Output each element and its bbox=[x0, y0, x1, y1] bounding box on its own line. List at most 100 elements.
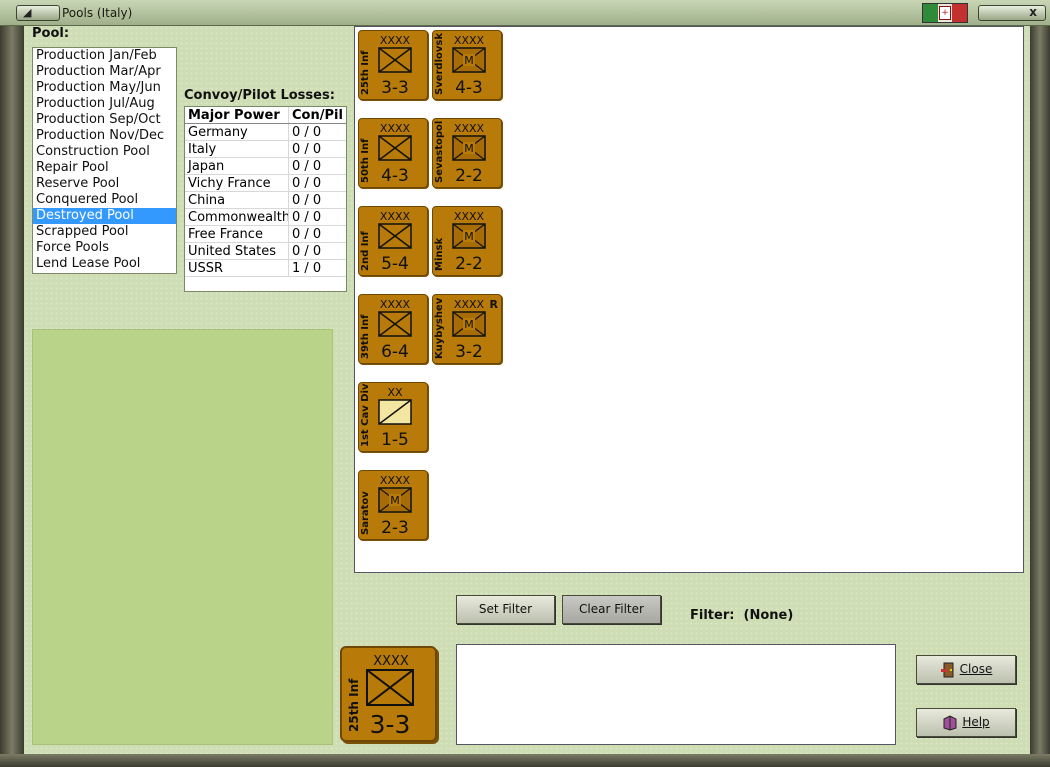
svg-text:M: M bbox=[464, 318, 474, 331]
losses-row[interactable]: Italy 0 / 0 bbox=[185, 141, 346, 158]
frame-bottom bbox=[0, 754, 1050, 767]
pool-summary-area bbox=[32, 329, 333, 745]
pool-item[interactable]: Production May/Jun bbox=[33, 80, 176, 96]
unit-counter[interactable]: Minsk XXXX M 2-2 bbox=[432, 206, 502, 276]
svg-text:M: M bbox=[390, 494, 400, 507]
help-book-icon bbox=[943, 714, 957, 731]
losses-row[interactable]: USSR 1 / 0 bbox=[185, 260, 346, 277]
title-bar: ◢ Pools (Italy) + x bbox=[0, 0, 1050, 26]
unit-counter[interactable]: 50th Inf XXXX 4-3 bbox=[358, 118, 428, 188]
losses-column-header[interactable]: Con/Pil bbox=[289, 107, 346, 123]
unit-counter[interactable]: Kuybyshev XXXX M 3-2 R bbox=[432, 294, 502, 364]
set-filter-button[interactable]: Set Filter bbox=[456, 595, 555, 624]
infantry-symbol-icon bbox=[366, 669, 414, 706]
losses-power-cell: Vichy France bbox=[185, 175, 289, 191]
unit-size: XXXX bbox=[453, 298, 485, 311]
unit-counter[interactable]: Sevastopol XXXX M 2-2 bbox=[432, 118, 502, 188]
frame-left bbox=[0, 26, 24, 767]
svg-text:M: M bbox=[464, 54, 474, 67]
unit-name: 25th Inf bbox=[360, 50, 371, 96]
pool-item[interactable]: Construction Pool bbox=[33, 144, 176, 160]
filter-caption: Filter: bbox=[690, 608, 735, 623]
help-button[interactable]: Help bbox=[916, 708, 1016, 737]
unit-counter[interactable]: 2nd Inf XXXX 5-4 bbox=[358, 206, 428, 276]
clear-filter-button[interactable]: Clear Filter bbox=[562, 595, 661, 624]
militia-symbol-icon: M bbox=[452, 47, 486, 73]
unit-counter[interactable]: 1st Cav Div XX 1-5 bbox=[358, 382, 428, 452]
frame-right bbox=[1030, 26, 1050, 767]
window-title: Pools (Italy) bbox=[62, 6, 133, 20]
pool-item[interactable]: Scrapped Pool bbox=[33, 224, 176, 240]
losses-row[interactable]: Commonwealth 0 / 0 bbox=[185, 209, 346, 226]
unit-counter[interactable]: Saratov XXXX M 2-3 bbox=[358, 470, 428, 540]
losses-row[interactable]: China 0 / 0 bbox=[185, 192, 346, 209]
pool-label: Pool: bbox=[32, 26, 70, 41]
losses-value-cell: 0 / 0 bbox=[292, 176, 322, 191]
unit-name: Sevastopol bbox=[434, 120, 445, 183]
unit-size: XX bbox=[387, 386, 403, 399]
filter-label: Filter: (None) bbox=[690, 608, 793, 623]
unit-strength: 2-2 bbox=[455, 166, 483, 186]
pool-item[interactable]: Lend Lease Pool bbox=[33, 256, 176, 272]
selected-unit-counter[interactable]: 25th Inf XXXX 3-3 bbox=[340, 646, 437, 742]
unit-size: XXXX bbox=[453, 210, 485, 223]
unit-counter[interactable]: 39th Inf XXXX 6-4 bbox=[358, 294, 428, 364]
unit-name: Saratov bbox=[360, 491, 371, 535]
unit-strength: 3-3 bbox=[381, 78, 409, 98]
pool-item[interactable]: Production Mar/Apr bbox=[33, 64, 176, 80]
pool-item[interactable]: Production Sep/Oct bbox=[33, 112, 176, 128]
pool-item[interactable]: Production Jan/Feb bbox=[33, 48, 176, 64]
pool-item[interactable]: Force Pools bbox=[33, 240, 176, 256]
pool-item[interactable]: Production Nov/Dec bbox=[33, 128, 176, 144]
close-icon: x bbox=[1029, 5, 1037, 19]
unit-counter[interactable]: Sverdlovsk XXXX M 4-3 bbox=[432, 30, 502, 100]
losses-power-cell: Italy bbox=[185, 141, 289, 157]
losses-row[interactable]: United States 0 / 0 bbox=[185, 243, 346, 260]
losses-power-cell: China bbox=[185, 192, 289, 208]
unit-size: XXXX bbox=[379, 34, 411, 47]
losses-power-cell: Free France bbox=[185, 226, 289, 242]
losses-row[interactable]: Free France 0 / 0 bbox=[185, 226, 346, 243]
units-display[interactable]: 25th Inf XXXX 3-3 Sverdlovsk XXXX M 4-3 50th In… bbox=[354, 26, 1024, 573]
pool-item[interactable]: Destroyed Pool bbox=[33, 208, 176, 224]
selected-unit-size: XXXX bbox=[373, 654, 409, 669]
pool-list[interactable]: Production Jan/Feb Production Mar/Apr Prod… bbox=[32, 47, 177, 274]
unit-strength: 6-4 bbox=[381, 342, 409, 362]
cavalry-symbol-icon bbox=[378, 399, 412, 425]
infantry-symbol-icon bbox=[378, 311, 412, 337]
losses-value-cell: 0 / 0 bbox=[292, 193, 322, 208]
losses-row[interactable]: Vichy France 0 / 0 bbox=[185, 175, 346, 192]
pools-window: ◢ Pools (Italy) + x Pool: Production Jan… bbox=[0, 0, 1050, 767]
close-button[interactable]: Close bbox=[916, 655, 1016, 684]
losses-table[interactable]: Major Power Con/Pil Germany 0 / 0 Italy 0 / 0… bbox=[184, 106, 347, 292]
pool-item[interactable]: Conquered Pool bbox=[33, 192, 176, 208]
losses-power-cell: USSR bbox=[185, 260, 289, 276]
losses-value-cell: 0 / 0 bbox=[292, 244, 322, 259]
unit-name: 50th Inf bbox=[360, 138, 371, 184]
close-button-label: Close bbox=[959, 662, 993, 676]
window-close-button[interactable]: x bbox=[978, 5, 1046, 21]
militia-symbol-icon: M bbox=[452, 311, 486, 337]
infantry-symbol-icon bbox=[378, 135, 412, 161]
unit-strength: 2-2 bbox=[455, 254, 483, 274]
system-menu-button[interactable]: ◢ bbox=[16, 5, 60, 21]
unit-strength: 4-3 bbox=[455, 78, 483, 98]
militia-symbol-icon: M bbox=[452, 223, 486, 249]
pool-item[interactable]: Repair Pool bbox=[33, 160, 176, 176]
pool-item[interactable]: Reserve Pool bbox=[33, 176, 176, 192]
losses-label: Convoy/Pilot Losses: bbox=[184, 88, 335, 103]
losses-value-cell: 0 / 0 bbox=[292, 142, 322, 157]
unit-size: XXXX bbox=[379, 122, 411, 135]
losses-column-header[interactable]: Major Power bbox=[185, 107, 289, 123]
pool-item[interactable]: Production Jul/Aug bbox=[33, 96, 176, 112]
losses-value-cell: 0 / 0 bbox=[292, 125, 322, 140]
losses-value-cell: 0 / 0 bbox=[292, 227, 322, 242]
svg-text:M: M bbox=[464, 142, 474, 155]
svg-text:M: M bbox=[464, 230, 474, 243]
unit-size: XXXX bbox=[379, 210, 411, 223]
unit-counter[interactable]: 25th Inf XXXX 3-3 bbox=[358, 30, 428, 100]
unit-strength: 4-3 bbox=[381, 166, 409, 186]
losses-row[interactable]: Japan 0 / 0 bbox=[185, 158, 346, 175]
unit-name: 2nd Inf bbox=[360, 231, 371, 271]
losses-row[interactable]: Germany 0 / 0 bbox=[185, 124, 346, 141]
